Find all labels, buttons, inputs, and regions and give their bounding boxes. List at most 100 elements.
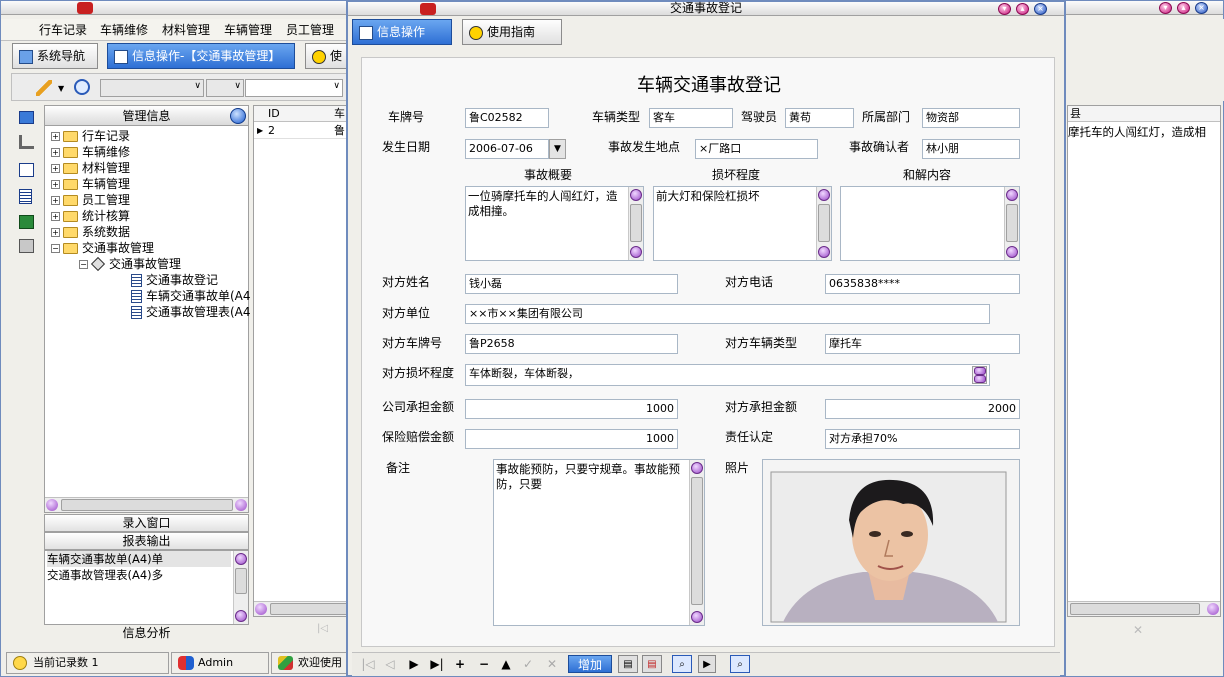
tab-help[interactable]: 使 [305,43,349,69]
expand-icon[interactable]: + [51,196,60,205]
column-header[interactable]: ID [268,106,280,122]
combo-3[interactable]: ∨ [245,79,343,97]
column-header[interactable]: 县 [1070,107,1081,120]
scroll-down-icon[interactable] [235,610,247,622]
minimize-button[interactable]: ▾ [998,3,1011,15]
play-icon[interactable]: ▶ [698,655,716,673]
list-icon[interactable] [19,163,34,177]
tab-info-operation[interactable]: 信息操作-【交通事故管理】 [107,43,295,69]
menu-item-0[interactable]: 行车记录 [39,19,87,41]
expand-icon[interactable]: + [51,180,60,189]
expand-icon[interactable]: + [51,228,60,237]
tree-node-2[interactable]: + 材料管理 [51,160,130,176]
remark-vscroll[interactable] [689,460,704,625]
section-report[interactable]: 报表输出 [44,532,249,550]
other-damage-field[interactable]: 车体断裂，车体断裂， [465,364,990,386]
scroll-thumb[interactable] [630,204,642,242]
post-icon[interactable]: ✓ [520,655,536,673]
edit-up-icon[interactable]: ▲ [498,655,514,673]
combo-1[interactable]: ∨ [100,79,204,97]
cancel-icon[interactable]: ✕ [544,655,560,673]
tree-node-3[interactable]: + 车辆管理 [51,176,130,192]
scroll-thumb[interactable] [61,499,233,511]
damage-vscroll[interactable] [816,187,831,260]
pencil-icon[interactable] [36,80,52,96]
scroll-left-icon[interactable] [255,603,267,615]
plate-field[interactable]: 鲁C02582 [465,108,549,128]
print-export-icon[interactable]: ▤ [642,655,662,673]
scroll-down-icon[interactable] [974,375,986,383]
scroll-left-icon[interactable] [46,499,58,511]
other-phone-field[interactable]: 0635838**** [825,274,1020,294]
scroll-up-icon[interactable] [974,367,986,375]
settlement-vscroll[interactable] [1004,187,1019,260]
other-plate-field[interactable]: 鲁P2658 [465,334,678,354]
find-icon[interactable]: ⌕ [730,655,750,673]
table-row[interactable]: 摩托车的人闯红灯，造成相 [1068,124,1220,140]
other-damage-spin[interactable] [972,366,987,384]
photo-frame[interactable] [762,459,1020,626]
tree-icon[interactable] [19,135,34,149]
settlement-textarea[interactable] [840,186,1020,261]
menu-item-2[interactable]: 材料管理 [162,19,210,41]
window-icon[interactable] [19,111,34,124]
printer-icon[interactable] [19,239,34,253]
report-vscroll[interactable] [233,551,248,624]
next-record-icon[interactable]: ▶ [406,655,422,673]
scroll-thumb[interactable] [270,603,348,615]
expand-icon[interactable]: + [51,148,60,157]
tree-leaf-1[interactable]: 车辆交通事故单(A4 [131,288,251,304]
first-record-icon[interactable]: |◁ [317,623,328,634]
minimize-button[interactable]: ▾ [1159,2,1172,14]
damage-textarea[interactable]: 前大灯和保险杠损坏 [653,186,832,261]
tree-leaf-0[interactable]: 交通事故登记 [131,272,218,288]
date-dropdown-button[interactable]: ▼ [549,139,566,159]
summary-textarea[interactable]: 一位骑摩托车的人闯红灯，造成相撞。 [465,186,644,261]
clear-icon[interactable]: ✕ [1133,623,1143,637]
scroll-thumb[interactable] [691,477,703,605]
collapse-icon[interactable]: − [79,260,88,269]
section-analysis[interactable]: 信息分析 [44,625,249,643]
combo-2[interactable]: ∨ [206,79,244,97]
tree-leaf-2[interactable]: 交通事故管理表(A4 [131,304,251,320]
expand-icon[interactable]: + [51,164,60,173]
menu-item-3[interactable]: 车辆管理 [224,19,272,41]
scroll-up-icon[interactable] [630,189,642,201]
location-field[interactable]: ×厂路口 [695,139,818,159]
scroll-thumb[interactable] [1006,204,1018,242]
tree-node-5[interactable]: + 统计核算 [51,208,130,224]
scroll-right-icon[interactable] [1207,603,1219,615]
tab-guide[interactable]: 使用指南 [462,19,562,45]
other-amount-field[interactable]: 2000 [825,399,1020,419]
add-record-icon[interactable]: + [452,655,468,673]
summary-vscroll[interactable] [628,187,643,260]
menu-item-4[interactable]: 员工管理 [286,19,334,41]
department-field[interactable]: 物资部 [922,108,1020,128]
company-amount-field[interactable]: 1000 [465,399,678,419]
scroll-thumb[interactable] [818,204,830,242]
tree-node-1[interactable]: + 车辆维修 [51,144,130,160]
close-button[interactable]: × [1034,3,1047,15]
scroll-down-icon[interactable] [818,246,830,258]
list-item[interactable]: 车辆交通事故单(A4)单 [47,551,231,567]
menu-item-1[interactable]: 车辆维修 [100,19,148,41]
collapse-icon[interactable]: − [51,244,60,253]
tree-hscroll[interactable] [45,497,248,512]
expand-icon[interactable]: + [51,212,60,221]
table-row[interactable]: ▶ 2 鲁 [254,123,350,139]
list-item[interactable]: 交通事故管理表(A4)多 [47,567,231,583]
print-icon[interactable]: ▤ [618,655,638,673]
chart-icon[interactable] [19,215,34,229]
tree-node-4[interactable]: + 员工管理 [51,192,130,208]
add-button[interactable]: 增加 [568,655,612,673]
tree-node-7[interactable]: − 交通事故管理 [51,240,154,256]
scroll-up-icon[interactable] [818,189,830,201]
scroll-thumb[interactable] [1070,603,1200,615]
scroll-up-icon[interactable] [235,553,247,565]
date-field[interactable]: 2006-07-06 [465,139,549,159]
delete-record-icon[interactable]: − [476,655,492,673]
scroll-down-icon[interactable] [630,246,642,258]
other-name-field[interactable]: 钱小磊 [465,274,678,294]
collapse-icon[interactable] [230,108,246,124]
grid-hscroll[interactable] [254,601,348,616]
